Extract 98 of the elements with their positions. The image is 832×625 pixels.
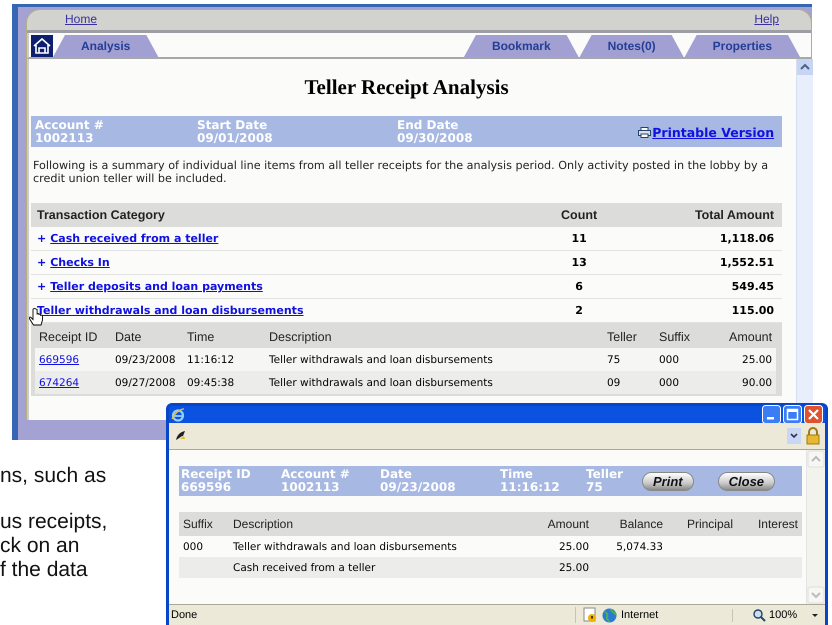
category-link[interactable]: Teller withdrawals and loan disbursements: [37, 304, 304, 317]
expand-toggle[interactable]: +: [37, 256, 46, 269]
field-label: Account #: [281, 468, 351, 481]
table-cell-text: 09: [607, 376, 622, 388]
body-text-line: ck on an: [0, 534, 80, 558]
column-header: Amount: [546, 517, 589, 531]
lock-icon: [805, 427, 821, 445]
total-amount-cell-text: 1,552.51: [718, 256, 774, 269]
status-text: Done: [170, 609, 198, 621]
caret-icon[interactable]: [810, 611, 820, 619]
table-cell-text: 09/27/2008: [115, 376, 177, 388]
count-cell-text: 11: [570, 232, 588, 245]
column-header: Time: [187, 330, 216, 344]
table-cell-text: 25.00: [558, 540, 589, 552]
column-header: Description: [233, 517, 294, 531]
field-value: 75: [586, 481, 604, 494]
table-cell-text: 000: [183, 540, 204, 552]
field-label: Time: [500, 468, 534, 481]
total-amount-cell-text: 115.00: [730, 304, 774, 317]
receipt-id-link[interactable]: 669596: [39, 354, 115, 366]
field-value: 1002113: [281, 481, 340, 494]
total-amount-cell-text: 1,118.06: [718, 232, 774, 245]
printable-version-link[interactable]: Printable Version: [652, 124, 774, 140]
tab[interactable]: Properties: [684, 35, 800, 57]
field-value: 11:16:12: [500, 481, 561, 494]
body-text-line: us receipts,: [0, 510, 108, 534]
field-value: 09/23/2008: [380, 481, 457, 494]
table-cell-text: Teller withdrawals and loan disbursements: [269, 376, 494, 388]
warning-page-icon: [582, 607, 598, 623]
column-header: Receipt ID: [39, 330, 98, 344]
table-cell-text: 000: [659, 376, 680, 388]
printer-icon: [638, 126, 652, 138]
field-label: Start Date: [197, 119, 268, 132]
table-cell-text: Teller withdrawals and loan disbursements: [233, 540, 458, 552]
table-cell-text: Cash received from a teller: [233, 562, 376, 574]
home-icon[interactable]: [31, 35, 53, 57]
action-button[interactable]: Close: [718, 472, 776, 490]
nav-link[interactable]: Home: [65, 12, 98, 30]
table-cell-text: Teller withdrawals and loan disbursements: [269, 354, 494, 366]
field-label: Teller: [586, 468, 624, 481]
table-cell-text: 11:16:12: [187, 354, 236, 366]
dropdown-icon[interactable]: [787, 428, 801, 444]
total-amount-cell-text: 549.45: [730, 280, 774, 293]
column-header: Suffix: [659, 330, 692, 344]
minimize-icon[interactable]: [762, 405, 781, 424]
column-header: Interest: [756, 517, 798, 531]
description-text: Following is a summary of individual line items from all teller receipts for the analysis period. Only activity posted in the lobby by a credit union teller will be included.: [33, 159, 770, 185]
field-value: 09/30/2008: [397, 132, 473, 145]
column-header: Principal: [686, 517, 733, 531]
magnifier-icon[interactable]: [753, 608, 766, 622]
field-value: 669596: [181, 481, 232, 494]
field-label: Account #: [35, 119, 105, 132]
scroll-up-icon[interactable]: [797, 59, 814, 75]
field-value: 1002113: [35, 132, 94, 145]
action-button[interactable]: Print: [642, 472, 694, 490]
column-header: Suffix: [183, 517, 214, 531]
column-header: Teller: [607, 330, 638, 344]
table-cell-text: 000: [659, 354, 680, 366]
table-cell-text: 25.00: [741, 354, 772, 366]
column-header: Total Amount: [694, 208, 774, 222]
page-title: Teller Receipt Analysis: [303, 75, 510, 100]
expand-toggle[interactable]: +: [37, 280, 46, 293]
category-link[interactable]: Cash received from a teller: [50, 232, 218, 245]
column-header: Transaction Category: [37, 208, 166, 222]
tab[interactable]: Analysis: [53, 35, 158, 57]
maximize-icon[interactable]: [783, 405, 802, 424]
column-header: Balance: [618, 517, 663, 531]
table-cell-text: 5,074.33: [615, 540, 663, 552]
close-icon[interactable]: [804, 405, 823, 424]
receipt-id-link[interactable]: 674264: [39, 376, 115, 388]
field-label: End Date: [397, 119, 460, 132]
column-header: Date: [115, 330, 142, 344]
column-header: Description: [269, 330, 333, 344]
table-cell-text: 90.00: [741, 376, 772, 388]
count-cell-text: 2: [574, 304, 584, 317]
security-zone-text: Internet: [621, 609, 658, 621]
count-cell-text: 13: [570, 256, 588, 269]
nav-link[interactable]: Help: [754, 12, 779, 30]
table-cell-text: 09/23/2008: [115, 354, 177, 366]
field-label: Date: [380, 468, 413, 481]
browser-logo-icon: [171, 408, 185, 422]
count-cell-text: 6: [574, 280, 584, 293]
field-label: Receipt ID: [181, 468, 252, 481]
globe-icon: [602, 608, 617, 622]
tab[interactable]: Notes(0): [580, 35, 684, 57]
category-link[interactable]: Teller deposits and loan payments: [50, 280, 263, 293]
expand-toggle[interactable]: +: [37, 232, 46, 245]
field-value: 09/01/2008: [197, 132, 274, 145]
table-cell-text: 75: [607, 354, 622, 366]
column-header: Amount: [729, 330, 772, 344]
column-header: Count: [560, 208, 598, 222]
body-text-line: f the data: [0, 558, 89, 582]
tab[interactable]: Bookmark: [464, 35, 579, 57]
table-cell-text: 25.00: [558, 562, 589, 574]
table-cell-text: 09:45:38: [187, 376, 236, 388]
body-text-line: ns, such as: [0, 464, 108, 488]
category-link[interactable]: Checks In: [50, 256, 110, 269]
zoom-level-text[interactable]: 100%: [769, 609, 798, 621]
